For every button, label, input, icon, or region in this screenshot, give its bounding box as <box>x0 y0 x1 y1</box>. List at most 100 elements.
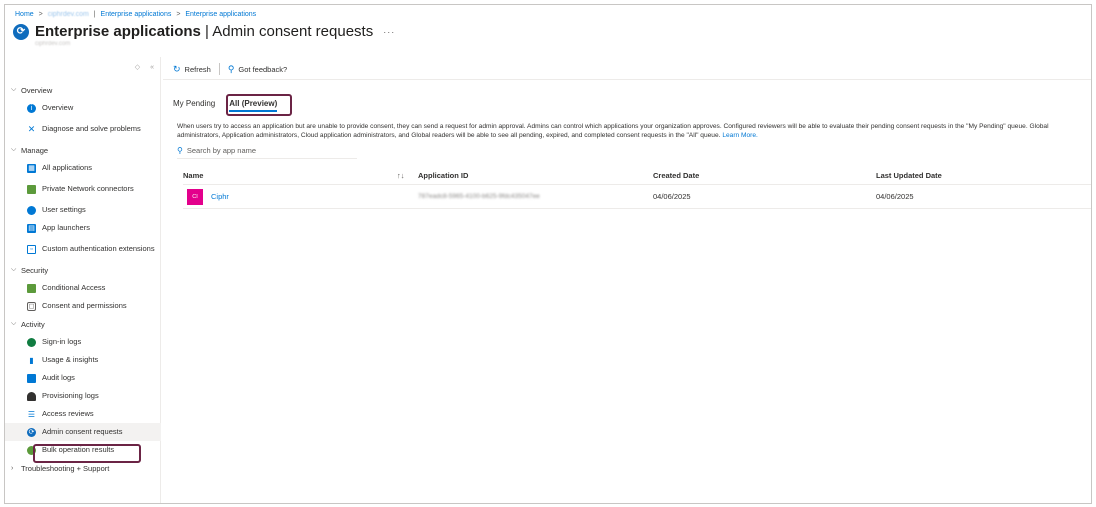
chevron-down-icon: ⌵ <box>11 146 17 153</box>
app-avatar: CI <box>187 188 203 205</box>
sidebar-item-label: Bulk operation results <box>42 444 115 454</box>
search-input[interactable]: Search by app name <box>187 146 256 155</box>
feedback-label: Got feedback? <box>238 64 288 74</box>
sidebar-item-label: Sign-in logs <box>42 336 82 346</box>
group-activity[interactable]: ⌵ Activity <box>5 315 161 333</box>
sidebar-item-usage-insights[interactable]: ▮ Usage & insights <box>5 351 161 369</box>
group-troubleshooting[interactable]: › Troubleshooting + Support <box>5 459 161 477</box>
sidebar-item-label: App launchers <box>42 222 90 232</box>
sidebar-item-diagnose[interactable]: ✕ Diagnose and solve problems <box>5 117 161 141</box>
more-options-icon[interactable]: ··· <box>383 27 395 37</box>
breadcrumb: Home > ciphrdev.com | Enterprise applica… <box>15 11 256 18</box>
table-header: Name ↑↓ Application ID Created Date Last… <box>183 167 1091 185</box>
toolbar-divider <box>218 63 220 75</box>
group-label: Security <box>21 265 49 275</box>
bulk-ops-icon <box>27 445 36 455</box>
group-manage[interactable]: ⌵ Manage <box>5 141 161 159</box>
tab-my-pending[interactable]: My Pending <box>173 97 215 112</box>
chevron-right-icon: › <box>11 464 14 472</box>
description: When users try to access an application … <box>177 122 1091 140</box>
column-header-updated[interactable]: Last Updated Date <box>876 167 942 184</box>
toolbar-divider-line <box>163 79 1091 80</box>
breadcrumb-separator: > <box>176 11 181 18</box>
checklist-icon: ☰ <box>27 409 36 419</box>
group-overview[interactable]: ⌵ Overview <box>5 81 161 99</box>
group-label: Overview <box>21 85 53 95</box>
sidebar-item-label: Consent and permissions <box>42 300 127 310</box>
sidebar-item-label: Provisioning logs <box>42 390 99 400</box>
sidebar-item-conditional-access[interactable]: Conditional Access <box>5 279 161 297</box>
column-header-app-id[interactable]: Application ID <box>418 167 468 184</box>
sidebar-item-label: Private Network connectors <box>42 183 134 193</box>
sidebar-item-label: Overview <box>42 102 74 112</box>
refresh-button[interactable]: ↻ Refresh <box>173 64 211 75</box>
search-icon: ⚲ <box>177 146 183 155</box>
group-label: Manage <box>21 145 49 155</box>
breadcrumb-separator: > <box>38 11 43 18</box>
page-header: ⟳ Enterprise applications | Admin consen… <box>13 23 395 40</box>
chevron-down-icon: ⌵ <box>11 266 17 273</box>
sidebar-item-label: Conditional Access <box>42 282 106 292</box>
group-label: Activity <box>21 319 45 329</box>
feedback-button[interactable]: ⚲ Got feedback? <box>228 64 287 75</box>
sidebar-item-signin-logs[interactable]: Sign-in logs <box>5 333 161 351</box>
sidebar-item-user-settings[interactable]: User settings <box>5 201 161 219</box>
sidebar-item-all-applications[interactable]: ▦ All applications <box>5 159 161 177</box>
sidebar-tools: ◇ « <box>127 63 154 71</box>
sidebar-item-admin-consent[interactable]: ⟳ Admin consent requests <box>5 423 161 441</box>
app-name-link[interactable]: Ciphr <box>211 192 229 201</box>
refresh-icon: ↻ <box>173 63 181 74</box>
bar-chart-icon: ▮ <box>29 355 34 365</box>
breadcrumb-enterprise-apps-2[interactable]: Enterprise applications <box>185 11 256 18</box>
page-title: Enterprise applications | Admin consent … <box>35 23 374 40</box>
info-icon: i <box>27 103 36 113</box>
sidebar-item-custom-auth[interactable]: ▫ Custom authentication extensions <box>5 237 161 261</box>
sidebar-item-access-reviews[interactable]: ☰ Access reviews <box>5 405 161 423</box>
sort-icon[interactable]: ↑↓ <box>397 167 405 184</box>
extension-icon: ▫ <box>27 244 36 254</box>
grid-icon: ▦ <box>27 163 36 173</box>
breadcrumb-separator: | <box>93 11 96 18</box>
portal-window: Home > ciphrdev.com | Enterprise applica… <box>4 4 1092 504</box>
user-gear-icon <box>27 205 36 215</box>
chevron-down-icon: ⌵ <box>11 86 17 93</box>
cell-name: CI Ciphr <box>183 185 229 208</box>
sidebar-item-audit-logs[interactable]: Audit logs <box>5 369 161 387</box>
breadcrumb-enterprise-apps[interactable]: Enterprise applications <box>101 11 172 18</box>
page-title-main: Enterprise applications <box>35 23 201 40</box>
table-row[interactable]: CI Ciphr 787eadc8-5965-4100-b625-9fdc435… <box>183 185 1091 209</box>
refresh-label: Refresh <box>184 64 211 74</box>
search-box[interactable]: ⚲ Search by app name <box>177 146 357 159</box>
description-text: When users try to access an application … <box>177 123 1049 139</box>
breadcrumb-home[interactable]: Home <box>15 11 34 18</box>
group-security[interactable]: ⌵ Security <box>5 261 161 279</box>
signin-icon <box>27 337 36 347</box>
tenant-subtitle: ciphrdev.com <box>35 41 71 47</box>
learn-more-link[interactable]: Learn More. <box>722 132 758 139</box>
breadcrumb-tenant[interactable]: ciphrdev.com <box>48 11 89 18</box>
sidebar-item-label: Audit logs <box>42 372 75 382</box>
cell-app-id: 787eadc8-5965-4100-b625-9fdc435047ee <box>418 193 540 200</box>
sidebar-item-bulk-operations[interactable]: Bulk operation results <box>5 441 161 459</box>
sidebar-item-consent-permissions[interactable]: ◻ Consent and permissions <box>5 297 161 315</box>
conditional-access-icon <box>27 283 36 293</box>
sidebar-item-app-launchers[interactable]: ▤ App launchers <box>5 219 161 237</box>
consent-refresh-icon: ⟳ <box>27 427 36 437</box>
cell-created: 04/06/2025 <box>653 192 691 201</box>
pin-icon[interactable]: ◇ <box>135 64 140 71</box>
sidebar-item-label: Custom authentication extensions <box>42 243 155 253</box>
collapse-sidebar-icon[interactable]: « <box>150 64 154 71</box>
column-header-name[interactable]: Name <box>183 167 203 184</box>
tab-all-highlight <box>226 94 292 116</box>
column-header-created[interactable]: Created Date <box>653 167 699 184</box>
person-icon <box>27 391 36 401</box>
sidebar-item-overview[interactable]: i Overview <box>5 99 161 117</box>
sidebar-item-label: All applications <box>42 162 93 172</box>
audit-log-icon <box>27 373 36 383</box>
network-icon <box>27 184 36 194</box>
sidebar-item-private-network[interactable]: Private Network connectors <box>5 177 161 201</box>
sidebar-item-provisioning-logs[interactable]: Provisioning logs <box>5 387 161 405</box>
feedback-icon: ⚲ <box>227 63 235 74</box>
consent-icon: ◻ <box>27 301 36 311</box>
enterprise-apps-icon: ⟳ <box>13 23 29 40</box>
